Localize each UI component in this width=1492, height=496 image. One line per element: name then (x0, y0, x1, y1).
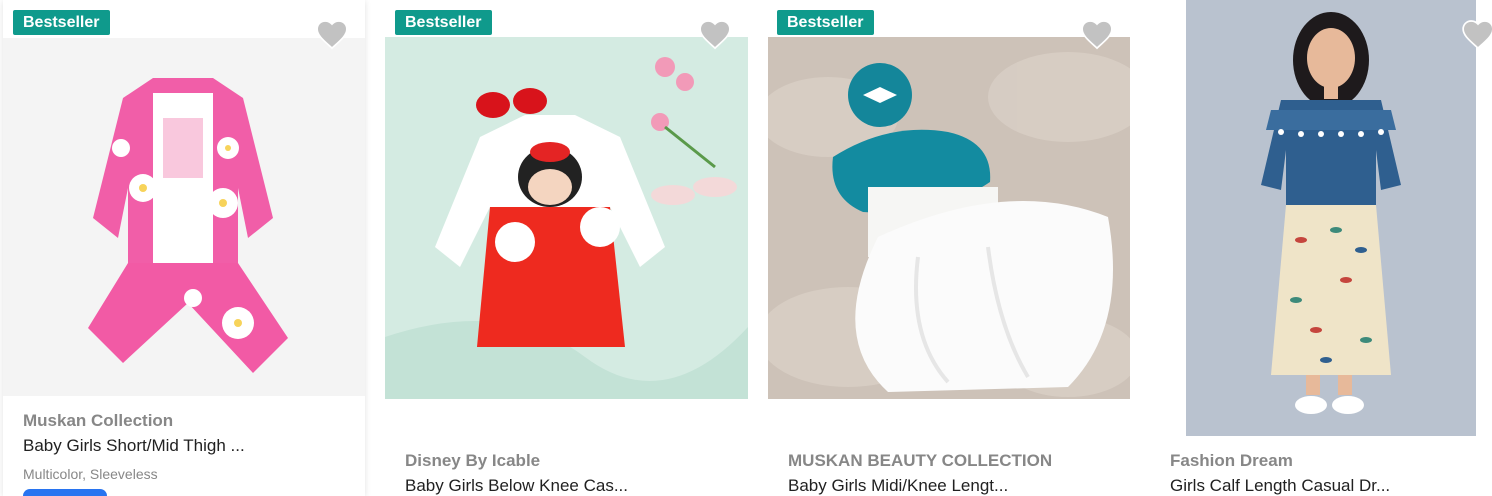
product-image[interactable] (3, 38, 365, 396)
product-title[interactable]: Baby Girls Short/Mid Thigh ... (23, 436, 245, 456)
heart-icon[interactable] (1080, 18, 1114, 50)
product-image[interactable] (768, 37, 1130, 399)
product-card[interactable]: Bestseller MUSKAN BEAUTY COLLECTION Baby… (765, 0, 1147, 496)
heart-icon[interactable] (698, 18, 732, 50)
bestseller-badge: Bestseller (777, 10, 874, 35)
minnie-dress-image (385, 37, 748, 399)
product-card[interactable]: Bestseller Disney By Icable Baby Girls B… (382, 0, 764, 496)
product-brand[interactable]: Disney By Icable (405, 451, 540, 471)
product-title[interactable]: Girls Calf Length Casual Dr... (1170, 476, 1390, 496)
girl-model-dress-image (1186, 0, 1476, 436)
product-image[interactable] (385, 37, 748, 399)
product-card[interactable]: Bestseller Muskan Collection Baby Girls … (0, 0, 382, 496)
product-title[interactable]: Baby Girls Midi/Knee Lengt... (788, 476, 1008, 496)
product-brand[interactable]: Muskan Collection (23, 411, 173, 431)
product-brand[interactable]: MUSKAN BEAUTY COLLECTION (788, 451, 1052, 471)
bestseller-badge: Bestseller (395, 10, 492, 35)
assured-badge-icon (23, 489, 107, 496)
product-image[interactable] (1186, 0, 1476, 436)
bestseller-badge: Bestseller (13, 10, 110, 35)
pink-jacket-set-image (3, 38, 365, 396)
product-title[interactable]: Baby Girls Below Knee Cas... (405, 476, 628, 496)
product-attributes: Multicolor, Sleeveless (23, 466, 158, 482)
heart-icon[interactable] (1461, 18, 1492, 50)
heart-icon[interactable] (315, 18, 349, 50)
tutu-dress-image (768, 37, 1130, 399)
product-brand[interactable]: Fashion Dream (1170, 451, 1293, 471)
product-card[interactable]: Fashion Dream Girls Calf Length Casual D… (1148, 0, 1492, 496)
